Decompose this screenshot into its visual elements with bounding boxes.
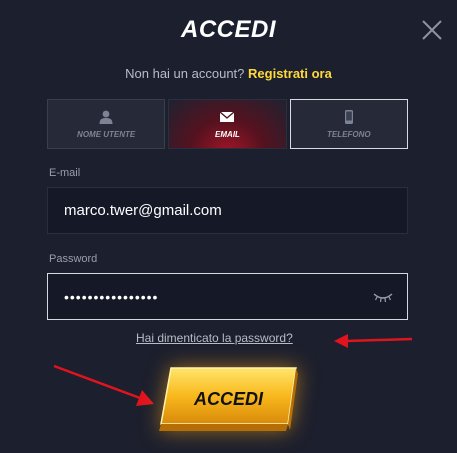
envelope-icon: [220, 110, 235, 122]
tab-email-label: EMAIL: [215, 129, 240, 139]
user-icon: [99, 110, 113, 124]
submit-button[interactable]: ACCEDI: [159, 366, 298, 433]
signup-link[interactable]: Registrati ora: [248, 66, 332, 81]
close-icon: [422, 20, 442, 40]
eye-closed-icon[interactable]: [373, 291, 393, 303]
tab-username[interactable]: NOME UTENTE: [47, 99, 166, 149]
email-value: marco.twer@gmail.com: [64, 202, 222, 219]
tab-email[interactable]: EMAIL: [168, 99, 287, 149]
login-modal: ACCEDI Non hai un account? Registrati or…: [0, 0, 457, 453]
email-label: E-mail: [49, 167, 81, 179]
tab-phone-label: TELEFONO: [327, 129, 371, 139]
forgot-password-link[interactable]: Hai dimenticato la password?: [136, 331, 293, 345]
login-method-tabs: NOME UTENTE EMAIL TELEFONO: [47, 99, 408, 149]
phone-icon: [344, 109, 353, 124]
close-button[interactable]: [421, 19, 443, 41]
signup-prompt: Non hai un account? Registrati ora: [0, 66, 457, 81]
signup-prompt-text: Non hai un account?: [125, 66, 245, 81]
annotation-arrow-submit: [53, 364, 154, 406]
password-value: ••••••••••••••••: [64, 288, 159, 305]
submit-button-label: ACCEDI: [193, 389, 263, 409]
tab-username-label: NOME UTENTE: [77, 129, 136, 139]
email-field[interactable]: marco.twer@gmail.com: [47, 187, 408, 234]
annotation-arrow-forgot: [334, 334, 413, 348]
tab-phone[interactable]: TELEFONO: [289, 99, 408, 149]
password-field[interactable]: ••••••••••••••••: [47, 273, 408, 320]
modal-title: ACCEDI: [180, 16, 276, 43]
password-label: Password: [49, 253, 98, 265]
